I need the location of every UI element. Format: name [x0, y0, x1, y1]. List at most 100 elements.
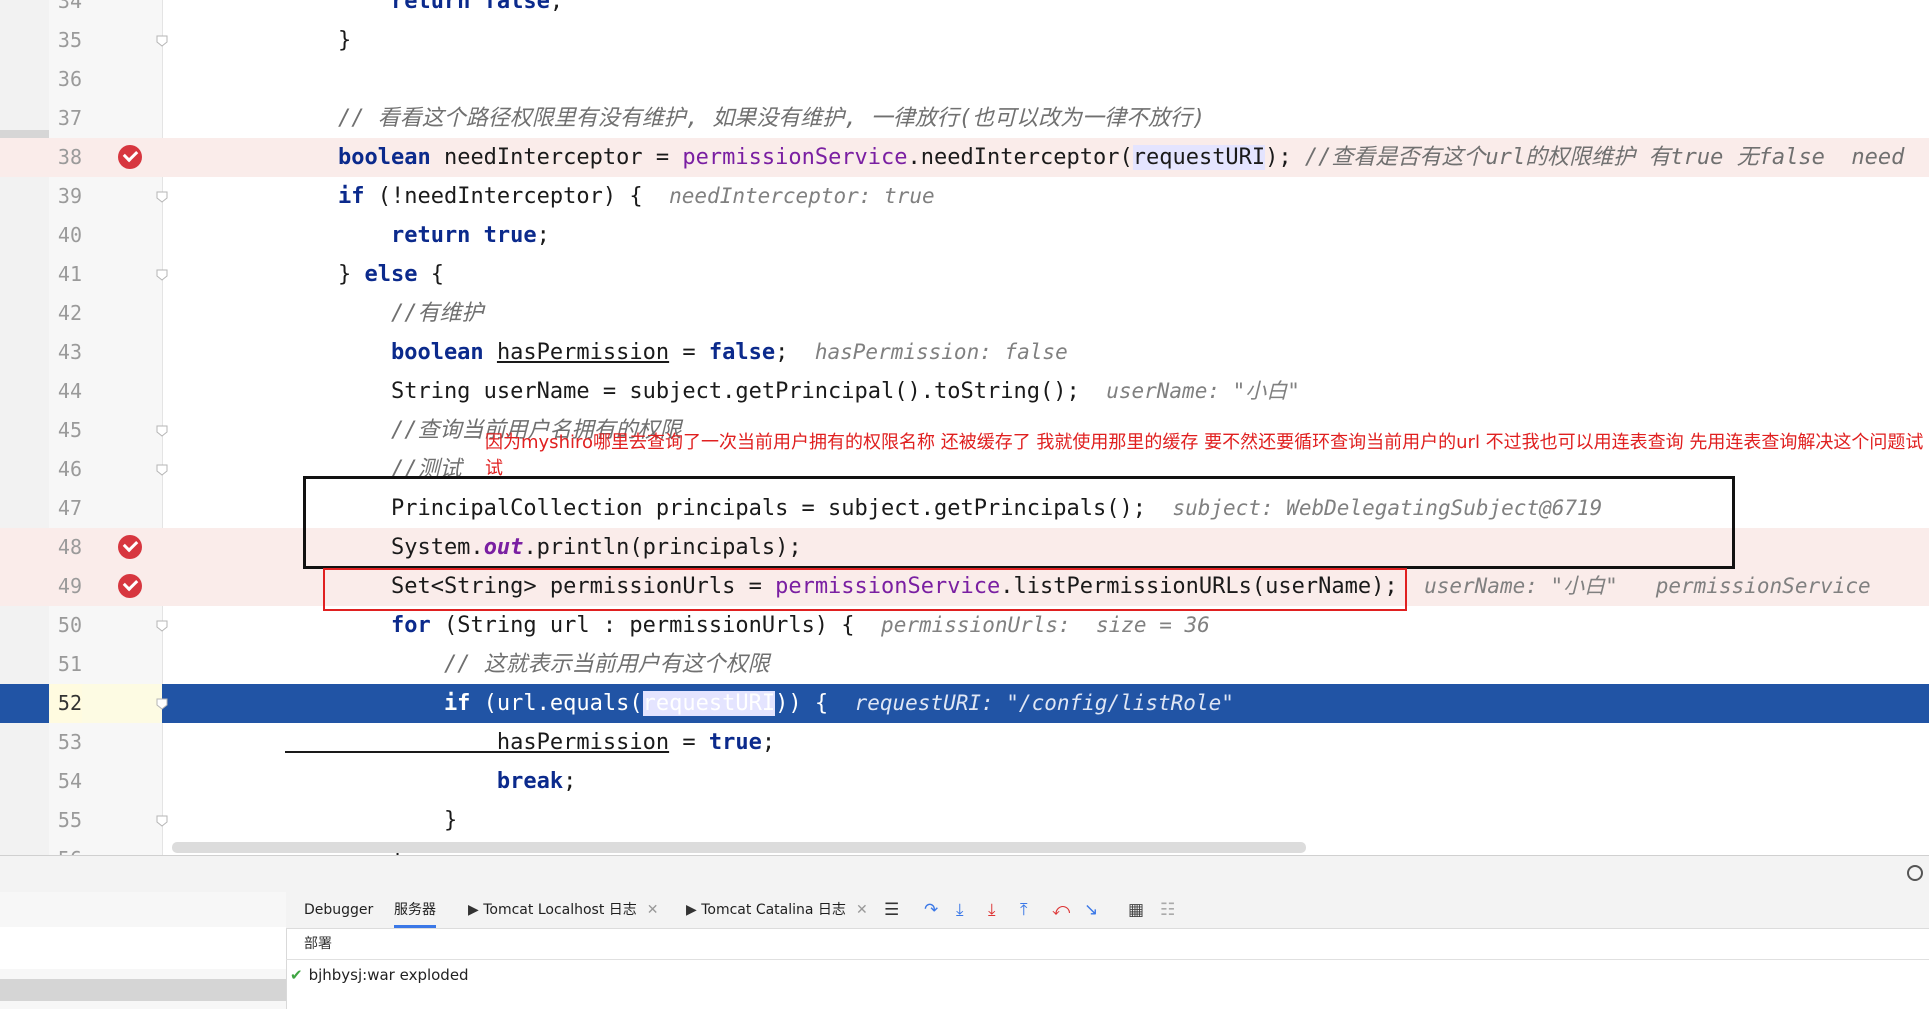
code-line[interactable]: 36 — [0, 60, 1929, 99]
breakpoint-icon[interactable] — [118, 535, 142, 559]
line-number: 39 — [57, 184, 82, 208]
code-token: userName: "小白" — [1106, 379, 1300, 403]
line-number: 42 — [57, 301, 82, 325]
code-text: return true; — [285, 216, 550, 255]
deploy-header: 部署 — [286, 929, 1929, 960]
code-text: boolean needInterceptor = permissionServ… — [285, 138, 1904, 177]
code-text: // 看看这个路径权限里有没有维护, 如果没有维护, 一律放行(也可以改为一律不… — [285, 99, 1205, 138]
settings-gear-icon[interactable] — [1907, 865, 1923, 881]
code-line[interactable]: 50 for (String url : permissionUrls) { p… — [0, 606, 1929, 645]
menu-icon[interactable]: ☰ — [884, 892, 899, 928]
panel-divider[interactable] — [0, 855, 1929, 893]
fold-marker-icon[interactable] — [155, 813, 169, 827]
artifact-row[interactable]: ✔ bjhbysj:war exploded — [286, 960, 469, 990]
line-number: 56 — [49, 840, 82, 855]
code-token: //查看是否有这个url的权限维护 有true 无false need — [1304, 145, 1905, 170]
trace-icon[interactable]: ☷ — [1160, 892, 1175, 928]
fold-marker-icon[interactable] — [155, 462, 169, 476]
code-token: } — [285, 28, 352, 53]
code-text: } — [285, 21, 351, 60]
code-line[interactable]: 53 hasPermission = true; — [0, 723, 1929, 762]
code-line[interactable]: 34 return false; — [0, 0, 1929, 21]
fold-marker-icon[interactable] — [155, 696, 169, 710]
tab-debugger[interactable]: Debugger — [304, 892, 373, 928]
code-text: } — [285, 801, 457, 840]
step-over-icon[interactable]: ↷ — [924, 892, 938, 928]
artifact-label: bjhbysj:war exploded — [308, 966, 469, 984]
code-token: ; — [549, 0, 564, 14]
code-line[interactable]: 54 break; — [0, 762, 1929, 801]
code-line[interactable]: 51 // 这就表示当前用户有这个权限 — [0, 645, 1929, 684]
line-number: 51 — [57, 652, 82, 676]
code-token: .needInterceptor( — [907, 145, 1133, 170]
line-number: 44 — [57, 379, 82, 403]
fold-marker-icon[interactable] — [155, 267, 169, 281]
services-tree[interactable] — [0, 892, 287, 1009]
step-out-icon[interactable]: ⤒ — [1020, 892, 1028, 928]
line-number: 52 — [49, 684, 82, 723]
code-line[interactable]: 39 if (!needInterceptor) { needIntercept… — [0, 177, 1929, 216]
code-line[interactable]: 37 // 看看这个路径权限里有没有维护, 如果没有维护, 一律放行(也可以改为… — [0, 99, 1929, 138]
step-into-icon[interactable]: ⤓ — [956, 892, 964, 928]
code-token: if — [285, 184, 365, 209]
fold-marker-icon[interactable] — [155, 33, 169, 47]
code-text: String userName = subject.getPrincipal()… — [285, 372, 1300, 411]
code-text: for (String url : permissionUrls) { perm… — [285, 606, 1210, 645]
code-token: permissionUrls: size = 36 — [881, 613, 1210, 637]
evaluate-icon[interactable]: ▦ — [1128, 892, 1144, 928]
code-token: ; — [563, 769, 577, 794]
code-line[interactable]: 35 } — [0, 21, 1929, 60]
code-text: hasPermission = true; — [285, 723, 775, 762]
fold-marker-icon[interactable] — [155, 423, 169, 437]
close-icon[interactable]: ✕ — [647, 902, 659, 918]
code-token: (url.equals( — [470, 691, 643, 716]
tab-tomcat-catalina[interactable]: ▶ Tomcat Catalina 日志 ✕ — [686, 892, 868, 928]
code-line[interactable]: 40 return true; — [0, 216, 1929, 255]
line-number: 49 — [57, 574, 82, 598]
code-token: requestURI: "/config/listRole" — [854, 691, 1234, 715]
fold-marker-icon[interactable] — [155, 618, 169, 632]
console-icon: ▶ — [468, 902, 479, 918]
tab-tomcat-localhost[interactable]: ▶ Tomcat Localhost 日志 ✕ — [468, 892, 659, 928]
code-token: = — [669, 730, 709, 755]
code-token: (String url : permissionUrls) { — [430, 613, 882, 638]
line-number: 45 — [57, 418, 82, 442]
code-line[interactable]: 55 } — [0, 801, 1929, 840]
line-number: 46 — [57, 457, 82, 481]
run-to-cursor-icon[interactable]: ↘ — [1084, 892, 1098, 928]
fold-marker-icon[interactable] — [155, 189, 169, 203]
code-line[interactable]: 38 boolean needInterceptor = permissionS… — [0, 138, 1929, 177]
code-line[interactable]: 52 if (url.equals(requestURI)) { request… — [0, 684, 1929, 723]
code-token: // 这就表示当前用户有这个权限 — [285, 652, 770, 677]
code-line[interactable]: 44 String userName = subject.getPrincipa… — [0, 372, 1929, 411]
drop-frame-icon[interactable]: ⤺ — [1052, 892, 1070, 928]
code-line[interactable]: 42 //有维护 — [0, 294, 1929, 333]
tab-server[interactable]: 服务器 — [394, 892, 436, 928]
force-step-into-icon[interactable]: ⤓ — [988, 892, 996, 928]
breakpoint-icon[interactable] — [118, 145, 142, 169]
code-token: else — [364, 262, 418, 287]
line-number: 35 — [57, 28, 82, 52]
tab-tomcat-catalina-label: Tomcat Catalina 日志 — [701, 902, 846, 918]
code-token: true — [708, 730, 762, 755]
services-tree-selected-row[interactable] — [0, 979, 286, 1001]
code-text: //有维护 — [285, 294, 484, 333]
code-token: return true — [285, 223, 537, 248]
code-line[interactable]: 41 } else { — [0, 255, 1929, 294]
annotation-black-box — [303, 476, 1735, 569]
line-number: 43 — [57, 340, 82, 364]
services-tree-blank — [0, 927, 286, 969]
line-number: 50 — [57, 613, 82, 637]
horizontal-scrollbar[interactable] — [172, 842, 1306, 853]
line-number: 36 — [57, 67, 82, 91]
code-token: hasPermission — [496, 340, 670, 365]
code-text: break; — [285, 762, 576, 801]
tab-server-label: 服务器 — [394, 902, 436, 918]
code-editor[interactable]: 34 return false; 35 } 36 37 // 看看这个路径权限里有没有… — [0, 0, 1929, 855]
breakpoint-icon[interactable] — [118, 574, 142, 598]
close-icon[interactable]: ✕ — [856, 902, 868, 918]
code-text: if (!needInterceptor) { needInterceptor:… — [285, 177, 935, 216]
tab-debugger-label: Debugger — [304, 902, 374, 918]
line-number: 41 — [57, 262, 82, 286]
code-line[interactable]: 43 boolean hasPermission = false; hasPer… — [0, 333, 1929, 372]
